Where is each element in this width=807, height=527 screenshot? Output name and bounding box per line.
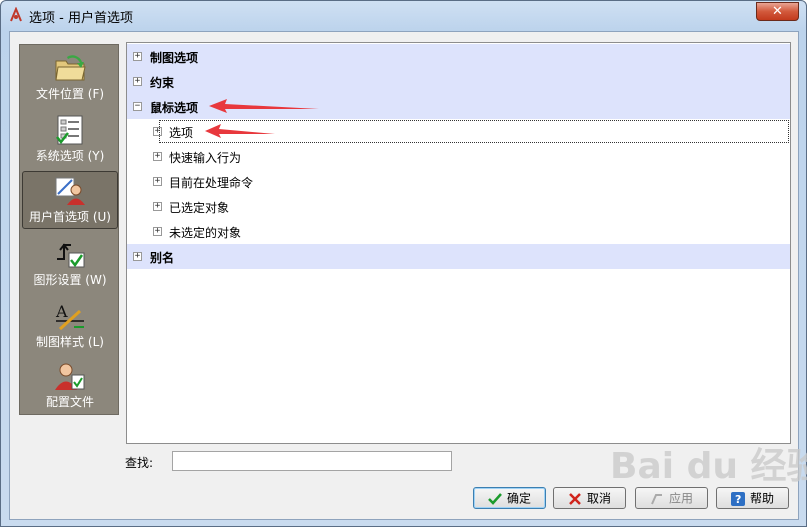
tree-node-label: 未选定的对象 [169,226,242,240]
search-input[interactable] [172,451,452,471]
tree-node-constraints[interactable]: + 约束 [127,69,790,94]
graphics-settings-icon [57,243,85,268]
drafting-style-icon: A [55,302,84,331]
sidebar-item-label: 制图样式 [36,335,85,349]
checklist-icon [56,115,83,145]
help-icon: ? [730,491,745,506]
options-dialog: 选项 - 用户首选项 ✕ 文件位置 (F) 系统选项 (Y) 用户首选项 (U)… [0,0,807,527]
window-title: 选项 - 用户首选项 [29,11,133,26]
sidebar-item-file-locations[interactable]: 文件位置 (F) [22,49,118,107]
sidebar-item-label: 文件位置 [35,87,84,101]
app-logo-icon [10,7,22,22]
dialog-body: 文件位置 (F) 系统选项 (Y) 用户首选项 (U) 图形设置 (W) A 制… [9,31,807,520]
tree-node-label: 快速输入行为 [169,151,242,165]
expand-icon[interactable]: + [133,77,142,86]
preferences-tree[interactable]: + 制图选项 + 约束 − 鼠标选项 + 选项 + 快速输入行为 + 目前在处理… [126,42,791,444]
tree-node-label: 约束 [150,76,175,90]
title-bar[interactable]: 选项 - 用户首选项 ✕ [1,1,806,31]
expand-icon[interactable]: + [153,177,162,186]
sidebar-item-label: 用户首选项 [29,210,90,224]
sidebar-item-label: 配置文件 [45,395,94,409]
sidebar-item-system-options[interactable]: 系统选项 (Y) [22,111,118,169]
annotation-arrow-icon [205,124,275,138]
sidebar-item-mnemonic: (W) [85,273,107,287]
profile-icon [55,363,85,390]
category-sidebar: 文件位置 (F) 系统选项 (Y) 用户首选项 (U) 图形设置 (W) A 制… [19,44,119,415]
collapse-icon[interactable]: − [133,102,142,111]
tree-node-unselected-objects[interactable]: + 未选定的对象 [127,219,790,244]
close-button[interactable]: ✕ [756,2,799,21]
sidebar-item-mnemonic: (F) [87,87,105,101]
tree-node-label: 目前在处理命令 [169,176,254,190]
tree-node-label: 已选定对象 [169,201,230,215]
expand-icon[interactable]: + [153,202,162,211]
sidebar-item-graphics-settings[interactable]: 图形设置 (W) [22,235,118,293]
cancel-x-icon [569,492,581,505]
sidebar-item-label: 图形设置 [33,273,82,287]
expand-icon[interactable]: + [133,52,142,61]
close-icon: ✕ [772,4,783,19]
apply-icon [651,493,662,504]
expand-icon[interactable]: + [153,152,162,161]
expand-icon[interactable]: + [133,252,142,261]
tree-node-drafting-options[interactable]: + 制图选项 [127,44,790,69]
user-tools-icon [55,177,85,205]
ok-button[interactable]: 确定 [473,487,546,509]
sidebar-item-drafting-style[interactable]: A 制图样式 (L) [22,297,118,355]
expand-icon[interactable]: + [153,227,162,236]
sidebar-item-label: 系统选项 [35,149,84,163]
tree-node-quick-input[interactable]: + 快速输入行为 [127,144,790,169]
tree-node-selected-objects[interactable]: + 已选定对象 [127,194,790,219]
checkmark-icon [488,492,502,505]
tree-node-label: 选项 [169,126,194,140]
apply-button[interactable]: 应用 [635,487,708,509]
help-button[interactable]: ? 帮助 [716,487,789,509]
tree-node-label: 别名 [150,251,175,265]
folder-icon [55,55,86,81]
sidebar-item-profiles[interactable]: 配置文件 [22,357,118,415]
sidebar-item-mnemonic: (L) [87,335,104,349]
search-label: 查找: [125,456,154,470]
tree-node-label: 制图选项 [150,51,199,65]
cancel-button[interactable]: 取消 [553,487,626,509]
tree-node-label: 鼠标选项 [150,101,199,115]
tree-node-aliases[interactable]: + 别名 [127,244,790,269]
tree-node-in-command[interactable]: + 目前在处理命令 [127,169,790,194]
svg-text:?: ? [735,493,741,506]
sidebar-item-mnemonic: (Y) [87,149,105,163]
sidebar-item-user-preferences[interactable]: 用户首选项 (U) [22,171,118,229]
annotation-arrow-icon [209,99,319,113]
sidebar-item-mnemonic: (U) [92,210,111,224]
baidu-watermark: Bai du 经验 [610,446,807,487]
svg-text:A: A [55,302,68,321]
